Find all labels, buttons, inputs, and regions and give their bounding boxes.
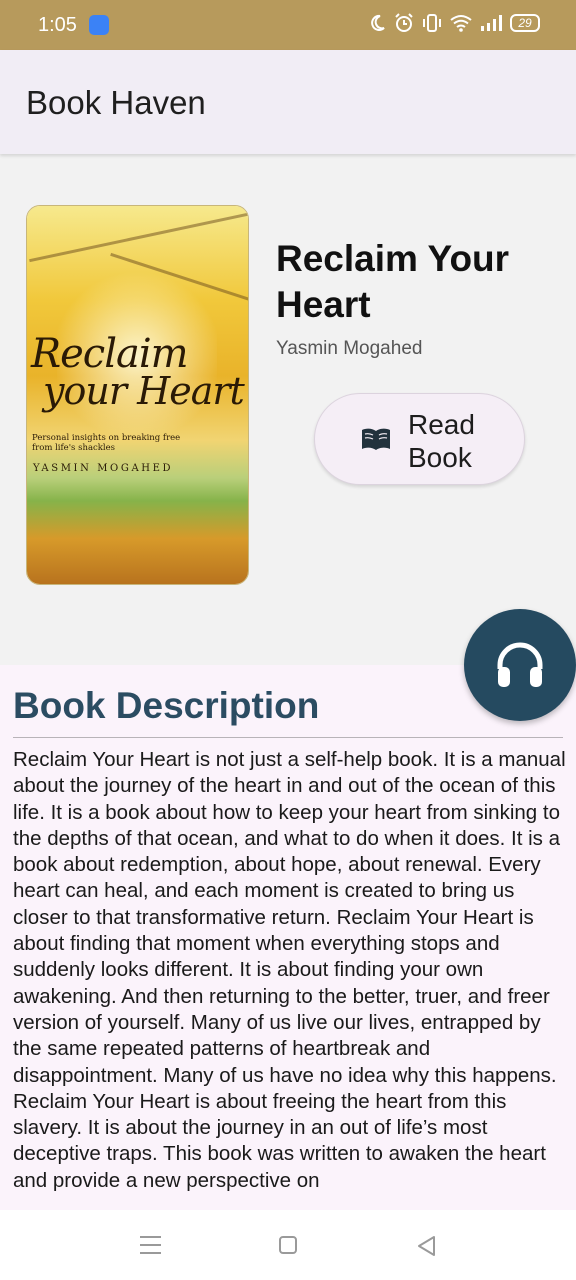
book-author: Yasmin Mogahed (276, 338, 423, 359)
home-button[interactable] (279, 1236, 297, 1254)
read-book-label: Read Book (408, 409, 475, 473)
back-button[interactable] (416, 1235, 436, 1257)
read-book-button[interactable]: Read Book (314, 393, 525, 485)
book-title: Reclaim Your Heart (276, 238, 510, 325)
cover-author: YASMIN MOGAHED (33, 463, 174, 474)
moon-icon (371, 14, 385, 31)
app-bar: Book Haven (0, 50, 576, 154)
description-text: Reclaim Your Heart is not just a self-he… (13, 748, 566, 1192)
status-bar: 1:05 29 (0, 0, 576, 50)
description-panel: Book Description Reclaim Your Heart is n… (0, 665, 576, 1210)
audio-play-button[interactable] (464, 609, 576, 721)
cover-title: Reclaim your Heart (27, 334, 248, 413)
system-nav-bar (0, 1210, 576, 1280)
headphones-icon (497, 642, 543, 687)
android-app-icon (89, 15, 109, 35)
wifi-icon (450, 15, 472, 32)
description-heading: Book Description (13, 685, 320, 726)
alarm-icon (395, 13, 413, 32)
battery-icon: 29 (510, 14, 540, 32)
status-time: 1:05 (38, 14, 77, 36)
status-icons: 29 (370, 13, 540, 33)
recent-apps-button[interactable] (140, 1236, 161, 1260)
cover-title-line2: your Heart (43, 369, 245, 413)
cover-subtitle: Personal insights on breaking free from … (32, 433, 181, 453)
vibrate-icon (423, 14, 441, 32)
signal-icon (481, 15, 502, 31)
description-divider (13, 737, 563, 738)
book-cover-image: Reclaim your Heart Personal insights on … (26, 205, 249, 585)
app-title: Book Haven (26, 84, 206, 121)
open-book-icon (362, 428, 390, 450)
